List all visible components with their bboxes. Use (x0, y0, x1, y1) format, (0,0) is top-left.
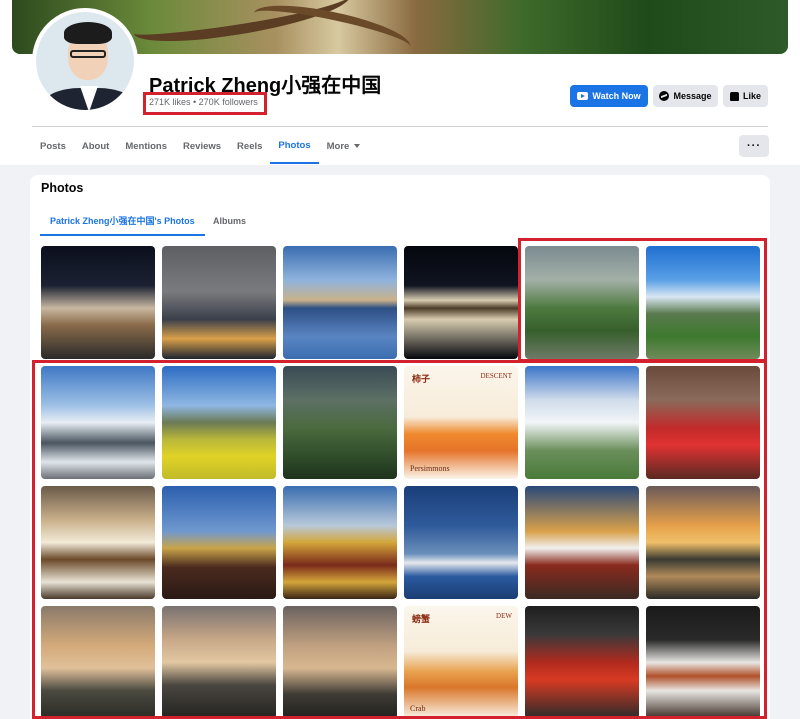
photo-thumbnail[interactable] (525, 606, 639, 719)
tab-albums[interactable]: Albums (203, 206, 256, 236)
watch-now-label: Watch Now (592, 91, 641, 101)
photo-thumbnail[interactable]: 螃蟹 DEW Crab (404, 606, 518, 719)
page-tabs: Posts About Mentions Reviews Reels Photo… (32, 128, 368, 164)
page-title: Patrick Zheng小强在中国 (149, 75, 382, 97)
poster-tag: DESCENT (480, 372, 513, 380)
message-button[interactable]: Message (653, 85, 718, 107)
tab-about[interactable]: About (74, 128, 117, 164)
photo-thumbnail[interactable] (41, 486, 155, 599)
photo-thumbnail[interactable] (162, 246, 276, 359)
avatar-glasses (70, 50, 106, 58)
photo-thumbnail[interactable] (283, 606, 397, 719)
profile-header: Patrick Zheng小强在中国 271K likes • 270K fol… (0, 0, 800, 165)
photo-thumbnail[interactable] (646, 366, 760, 479)
watch-now-button[interactable]: Watch Now (570, 85, 648, 107)
photo-thumbnail[interactable] (404, 486, 518, 599)
messenger-icon (659, 91, 670, 101)
tab-reels[interactable]: Reels (229, 128, 270, 164)
photo-thumbnail[interactable] (525, 246, 639, 359)
photo-thumbnail[interactable] (525, 366, 639, 479)
tab-reviews[interactable]: Reviews (175, 128, 229, 164)
more-options-button[interactable]: ··· (739, 135, 769, 157)
photo-grid: 柿子 DESCENT Persimmons 螃蟹 DEW Crab (41, 246, 760, 719)
message-label: Message (673, 91, 712, 101)
caret-down-icon (354, 144, 361, 148)
poster-caption: Persimmons (410, 464, 450, 473)
like-button[interactable]: Like (723, 85, 768, 107)
photo-thumbnail[interactable]: 柿子 DESCENT Persimmons (404, 366, 518, 479)
poster-tag: DEW (496, 612, 512, 620)
photo-thumbnail[interactable] (525, 486, 639, 599)
photos-section: Photos Patrick Zheng小强在中国's Photos Album… (30, 175, 770, 719)
likes-followers-count[interactable]: 271K likes • 270K followers (149, 97, 258, 107)
tab-more-label: More (326, 140, 350, 152)
tab-photos[interactable]: Photos (270, 128, 319, 164)
play-icon (577, 92, 589, 100)
profile-avatar[interactable] (32, 8, 138, 114)
photo-thumbnail[interactable] (41, 606, 155, 719)
poster-title: 柿子 (412, 374, 431, 384)
photo-thumbnail[interactable] (283, 246, 397, 359)
poster-title: 螃蟹 (412, 614, 431, 624)
photos-heading: Photos (41, 181, 84, 195)
photo-thumbnail[interactable] (283, 366, 397, 479)
photo-thumbnail[interactable] (41, 366, 155, 479)
photo-thumbnail[interactable] (404, 246, 518, 359)
tab-page-photos[interactable]: Patrick Zheng小强在中国's Photos (40, 206, 205, 236)
thumbs-up-icon (729, 91, 739, 101)
like-label: Like (742, 91, 761, 101)
photo-thumbnail[interactable] (283, 486, 397, 599)
photo-thumbnail[interactable] (162, 486, 276, 599)
poster-caption: Crab (410, 704, 426, 713)
photo-thumbnail[interactable] (162, 606, 276, 719)
header-divider (32, 126, 768, 127)
tab-more[interactable]: More (319, 128, 369, 164)
photo-thumbnail[interactable] (162, 366, 276, 479)
tab-posts[interactable]: Posts (32, 128, 74, 164)
photo-thumbnail[interactable] (41, 246, 155, 359)
avatar-hair (64, 22, 112, 44)
photo-thumbnail[interactable] (646, 486, 760, 599)
photo-thumbnail[interactable] (646, 246, 760, 359)
photo-thumbnail[interactable] (646, 606, 760, 719)
tab-mentions[interactable]: Mentions (117, 128, 175, 164)
